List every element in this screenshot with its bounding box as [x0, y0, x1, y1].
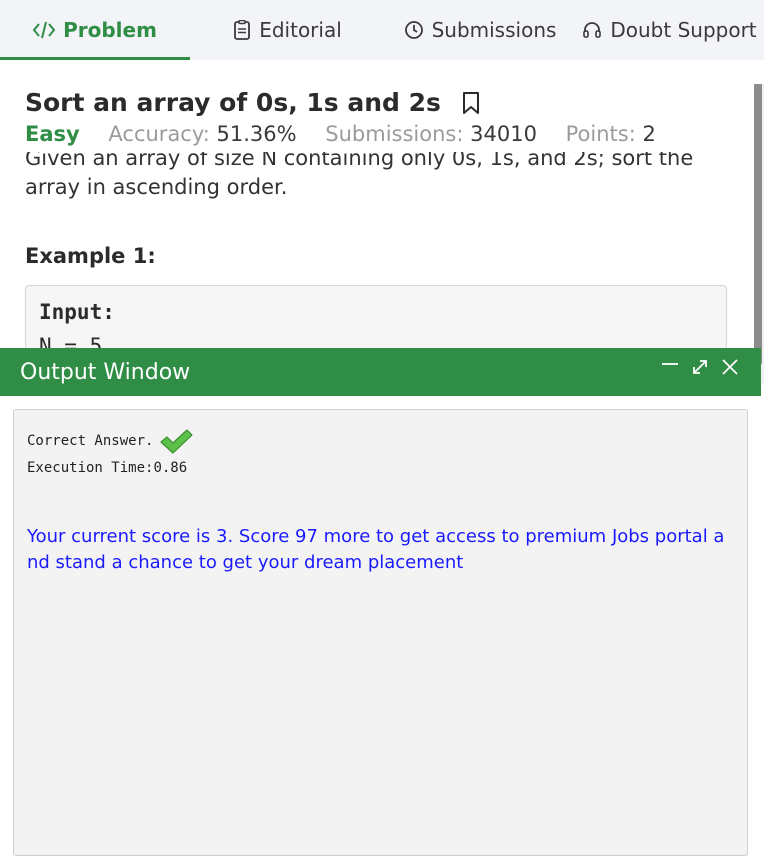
problem-description-container: Given an array of size N containing only… [25, 152, 735, 210]
tab-editorial[interactable]: Editorial [190, 0, 385, 60]
expand-icon[interactable] [691, 358, 709, 376]
code-icon [33, 20, 56, 40]
result-text: Correct Answer. [27, 433, 154, 449]
output-window-title: Output Window [20, 359, 191, 385]
score-message: Your current score is 3. Score 97 more t… [27, 526, 725, 573]
output-console: Correct Answer. Execution Time:0.86 Your… [13, 409, 748, 856]
problem-meta: Easy Accuracy: 51.36% Submissions: 34010… [25, 122, 678, 146]
difficulty-badge: Easy [25, 122, 80, 146]
tab-submissions[interactable]: Submissions [385, 0, 575, 60]
example-input-label: Input: [39, 300, 115, 324]
tab-doubt-support[interactable]: Doubt Support [575, 0, 764, 60]
close-icon[interactable] [721, 358, 739, 376]
accuracy-label: Accuracy: [108, 122, 210, 146]
tab-problem-label: Problem [63, 18, 157, 42]
execution-time-label: Execution Time: [27, 460, 154, 476]
output-window: Output Window Correct Answer. Execution … [0, 348, 761, 865]
problem-title: Sort an array of 0s, 1s and 2s [25, 88, 441, 117]
output-window-header: Output Window [0, 348, 761, 396]
tab-submissions-label: Submissions [431, 18, 557, 42]
checkmark-icon [159, 428, 194, 454]
points-label: Points: [565, 122, 636, 146]
result-row: Correct Answer. [27, 428, 194, 454]
points-value: 2 [642, 122, 656, 146]
bookmark-icon[interactable] [461, 91, 481, 115]
problem-panel: Sort an array of 0s, 1s and 2s Easy Accu… [0, 60, 764, 350]
submissions-count: Submissions: 34010 [325, 122, 537, 146]
tab-bar: Problem Editorial Submissions Doubt Supp… [0, 0, 764, 60]
headset-icon [582, 20, 602, 40]
scrollbar-thumb[interactable] [754, 84, 762, 364]
example-title: Example 1: [25, 244, 156, 268]
submissions-value: 34010 [470, 122, 537, 146]
clock-icon [404, 20, 424, 40]
tab-editorial-label: Editorial [259, 18, 342, 42]
execution-time-value: 0.86 [153, 460, 188, 476]
example-code-box: Input: N = 5 [25, 285, 727, 350]
accuracy: Accuracy: 51.36% [108, 122, 296, 146]
points: Points: 2 [566, 122, 656, 146]
accuracy-value: 51.36% [216, 122, 297, 146]
tab-doubt-support-label: Doubt Support [610, 18, 757, 42]
submissions-label: Submissions: [325, 122, 464, 146]
page: Problem Editorial Submissions Doubt Supp… [0, 0, 764, 865]
problem-description: Given an array of size N containing only… [25, 152, 694, 199]
window-controls [649, 358, 739, 376]
title-row: Sort an array of 0s, 1s and 2s [25, 88, 481, 117]
minimize-icon[interactable] [661, 358, 679, 376]
execution-time: Execution Time:0.86 [27, 460, 187, 476]
tab-problem[interactable]: Problem [0, 0, 190, 60]
document-icon [233, 20, 251, 40]
